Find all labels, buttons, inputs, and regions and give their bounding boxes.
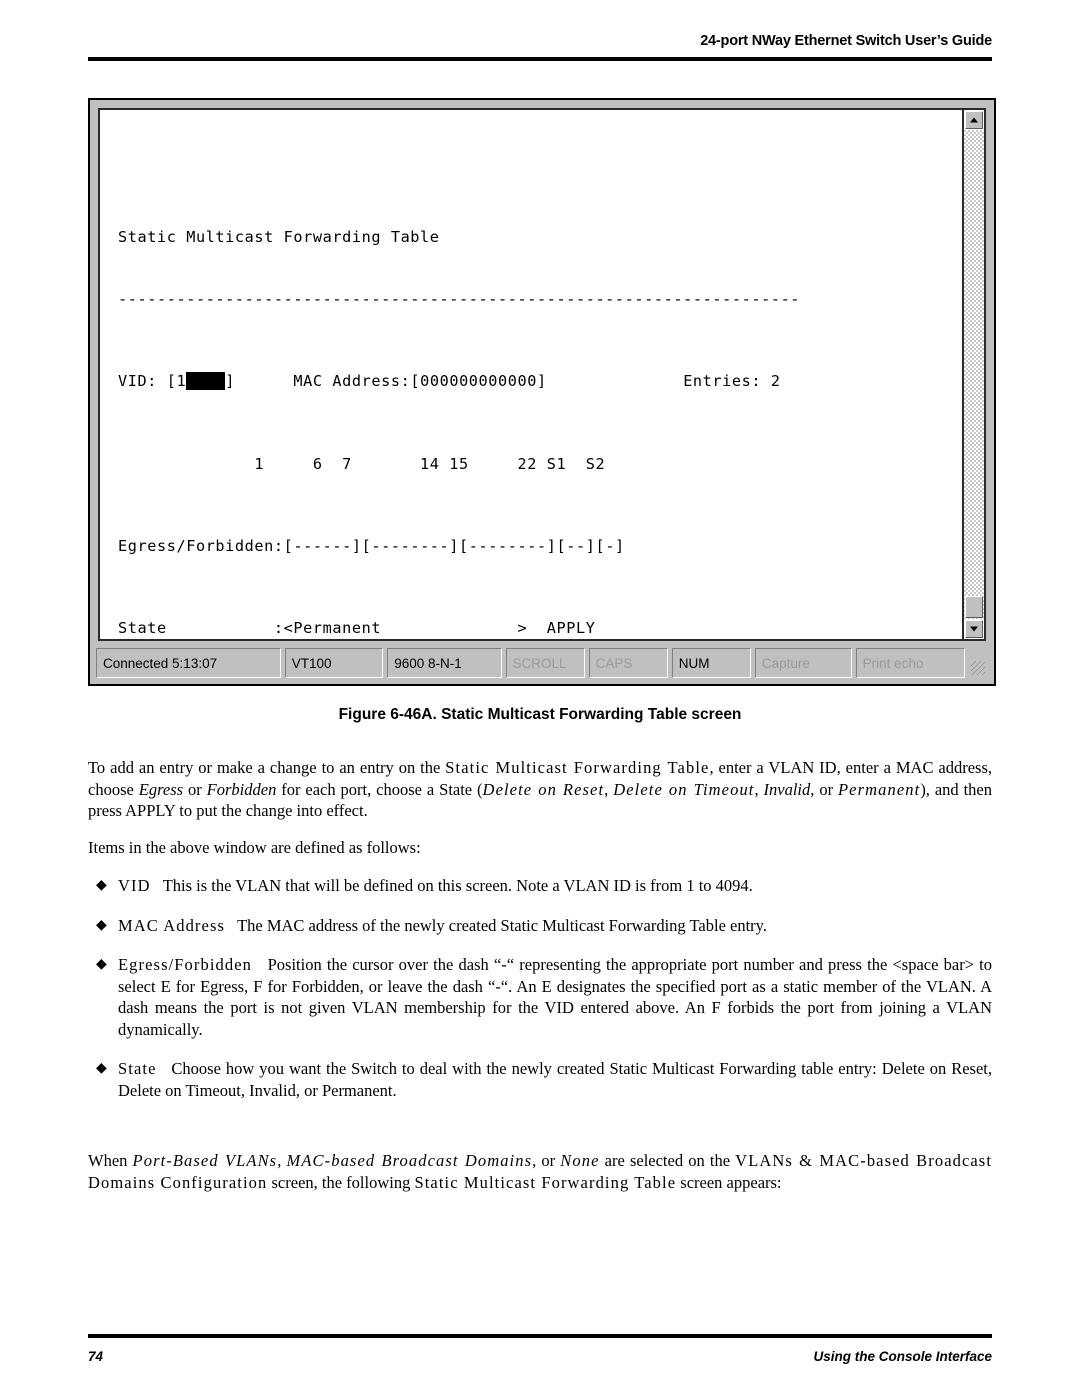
vid-input-cursor-block <box>186 372 226 391</box>
p3-term-none: None <box>560 1151 600 1170</box>
p1-seg-k: , <box>754 779 764 799</box>
state-label: State <box>118 619 167 638</box>
bullet-gap <box>225 916 237 935</box>
p1-term-permanent: Permanent <box>838 779 921 799</box>
list-item: ◆ VID This is the VLAN that will be defin… <box>88 875 992 897</box>
p3-seg-c: , <box>277 1151 287 1170</box>
state-row: State :<Permanent > APPLY <box>118 618 956 639</box>
terminal-scrollbar[interactable] <box>962 110 984 639</box>
status-caps-indicator: CAPS <box>588 648 668 678</box>
list-item: ◆ State Choose how you want the Switch to… <box>88 1058 992 1101</box>
screen-top-spacer <box>118 165 956 186</box>
p1-term-delete-timeout: Delete on Timeout <box>613 779 755 799</box>
vid-input-value: 1 <box>176 372 187 391</box>
egress-forbidden-label: Egress/Forbidden: <box>118 536 284 555</box>
status-connected: Connected 5:13:07 <box>96 648 281 678</box>
status-emulation: VT100 <box>284 648 384 678</box>
screen-separator-top: ----------------------------------------… <box>118 289 801 308</box>
p1-term-forbidden: Forbidden <box>206 779 277 799</box>
terminal-screen[interactable]: Static Multicast Forwarding Table ------… <box>100 110 962 639</box>
bullet-term: MAC Address <box>118 915 225 935</box>
p1-term-delete-reset: Delete on Reset <box>482 779 605 799</box>
mac-address-field[interactable]: MAC Address:[000000000000] <box>293 372 546 390</box>
entries-gap <box>547 372 683 390</box>
screen-title: Static Multicast Forwarding Table <box>118 227 440 246</box>
status-capture-indicator: Capture <box>754 648 852 678</box>
entries-count: Entries: 2 <box>683 372 781 391</box>
bullet-term: State <box>118 1059 157 1078</box>
port-number-ruler: 1 6 7 14 15 22 S1 S2 <box>118 454 606 473</box>
vid-row: VID: [1 ] MAC Address:[000000000000] Ent… <box>118 371 956 392</box>
page-running-header: 24-port NWay Ethernet Switch User’s Guid… <box>700 33 992 49</box>
page-number: 74 <box>88 1349 104 1364</box>
scroll-down-button[interactable] <box>965 620 983 638</box>
state-select[interactable]: :<Permanent > APPLY <box>274 619 596 637</box>
p3-term-smft: Static Multicast Forwarding Table <box>414 1172 677 1192</box>
state-gap <box>167 619 274 637</box>
window-resize-grip[interactable] <box>969 648 988 678</box>
status-print-echo-indicator: Print echo <box>855 648 965 678</box>
bullet-text: The MAC address of the newly created Sta… <box>237 915 767 935</box>
footer-section-title: Using the Console Interface <box>813 1349 992 1364</box>
egress-forbidden-row: Egress/Forbidden:[------][--------][----… <box>118 536 956 557</box>
list-item: ◆ Egress/Forbidden Position the cursor ov… <box>88 954 992 1040</box>
p1-seg-i: , <box>604 779 614 799</box>
scrollbar-track[interactable] <box>964 130 984 619</box>
scroll-up-arrow-icon <box>970 117 978 123</box>
p1-term-invalid: Invalid <box>763 779 811 799</box>
p3-seg-g: are selected on the <box>599 1151 736 1170</box>
page-footer: 74 Using the Console Interface <box>88 1349 992 1364</box>
p1-seg-e: or <box>183 779 207 799</box>
vid-input[interactable]: 1 <box>176 372 226 391</box>
bullet-text: This is the VLAN that will be defined on… <box>162 876 753 895</box>
p3-seg-e: , or <box>532 1151 561 1170</box>
definition-bullet-list: ◆ VID This is the VLAN that will be defin… <box>88 875 992 1119</box>
scroll-up-button[interactable] <box>965 111 983 129</box>
list-item: ◆ MAC Address The MAC address of the newl… <box>88 915 992 937</box>
p3-term-mac-based: MAC-based Broadcast Domains <box>286 1151 533 1170</box>
paragraph-intro: To add an entry or make a change to an e… <box>88 757 992 822</box>
scroll-down-arrow-icon <box>970 626 978 632</box>
terminal-status-bar: Connected 5:13:07 VT100 9600 8-N-1 SCROL… <box>96 648 988 678</box>
bullet-diamond-icon: ◆ <box>96 917 107 933</box>
bullet-text: Choose how you want the Switch to deal w… <box>118 1059 992 1100</box>
header-divider-rule <box>88 57 992 61</box>
status-num-indicator: NUM <box>671 648 751 678</box>
status-line-settings: 9600 8-N-1 <box>387 648 502 678</box>
bullet-diamond-icon: ◆ <box>96 957 107 972</box>
egress-forbidden-field[interactable]: [------][--------][--------][--][-] <box>284 537 625 555</box>
terminal-inner-frame: Static Multicast Forwarding Table ------… <box>98 108 986 641</box>
paragraph-vlan-modes: When Port-Based VLANs, MAC-based Broadca… <box>88 1150 992 1193</box>
p1-seg-m: , or <box>810 779 838 799</box>
bullet-gap <box>151 876 163 895</box>
p3-term-port-based: Port-Based VLANs <box>132 1151 278 1170</box>
p1-term-table: Static Multicast Forwarding Table <box>445 758 710 777</box>
vid-bracket-close: ] <box>225 372 235 391</box>
p1-term-egress: Egress <box>138 779 184 799</box>
p3-seg-k: screen appears: <box>676 1172 782 1192</box>
figure-caption: Figure 6-46A. Static Multicast Forwardin… <box>338 706 742 723</box>
bullet-diamond-icon: ◆ <box>96 878 107 893</box>
terminal-window: Static Multicast Forwarding Table ------… <box>88 98 996 686</box>
p1-seg-g: for each port, choose a State ( <box>276 779 483 799</box>
bullet-gap <box>252 955 268 974</box>
status-scroll-indicator: SCROLL <box>505 648 585 678</box>
bullet-term: VID <box>118 876 151 895</box>
paragraph-items-defined: Items in the above window are defined as… <box>88 838 421 857</box>
bullet-term: Egress/Forbidden <box>118 955 253 974</box>
p1-seg-a: To add an entry or make a change to an e… <box>88 758 446 777</box>
vid-gap <box>235 372 293 390</box>
scrollbar-thumb[interactable] <box>965 596 983 618</box>
footer-divider-rule <box>88 1334 992 1338</box>
bullet-diamond-icon: ◆ <box>96 1061 107 1076</box>
vid-label: VID: [ <box>118 372 177 391</box>
bullet-gap <box>157 1059 172 1078</box>
p3-seg-a: When <box>88 1151 133 1170</box>
p3-seg-i: screen, the following <box>267 1172 415 1192</box>
